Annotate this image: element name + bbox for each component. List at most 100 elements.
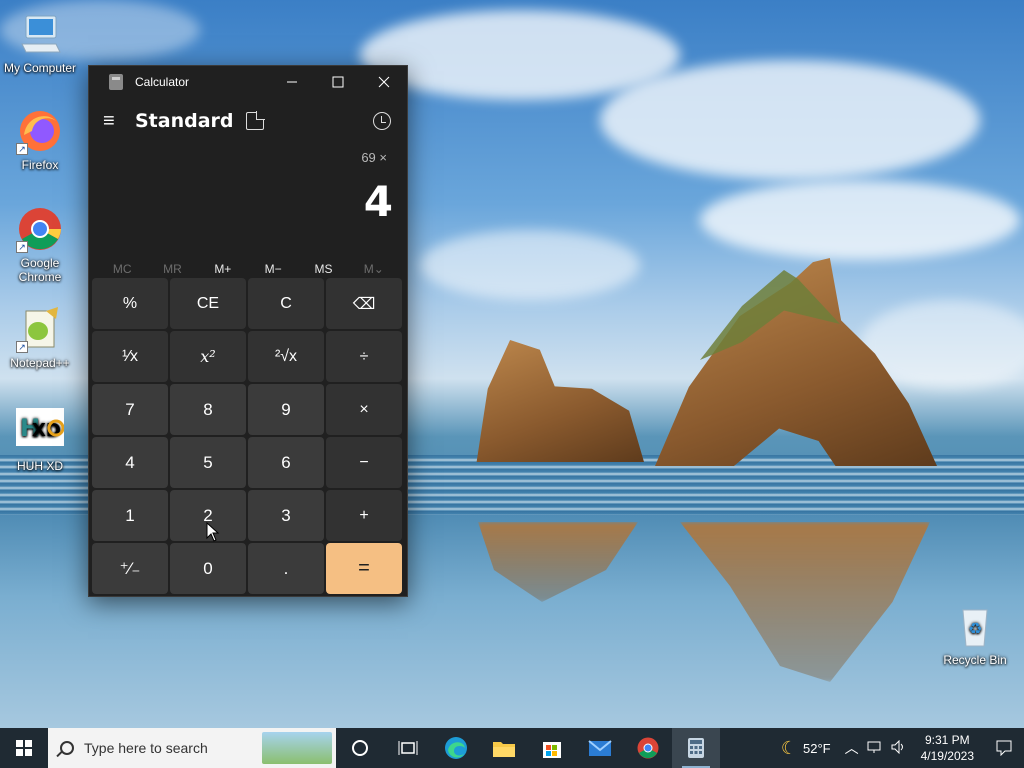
chrome-icon: ↗ [16,205,64,253]
desktop-icon-my-computer[interactable]: My Computer [0,10,80,75]
clear-button[interactable]: C [248,278,324,329]
desktop-icon-label: Notepad++ [10,356,70,370]
cloud [700,180,1020,260]
search-box[interactable]: Type here to search [48,728,336,768]
notification-center-icon[interactable] [984,728,1024,768]
desktop-icon-google-chrome[interactable]: ↗ Google Chrome [0,205,80,284]
digit-9-button[interactable]: 9 [248,384,324,435]
memory-recall-button[interactable]: MR [147,262,197,276]
clock[interactable]: 9:31 PM 4/19/2023 [911,732,984,764]
volume-icon[interactable] [887,739,911,757]
memory-add-button[interactable]: M+ [198,262,248,276]
digit-3-button[interactable]: 3 [248,490,324,541]
clock-date: 4/19/2023 [920,749,974,763]
square-button[interactable]: x² [170,331,246,382]
result-display: 4 [363,177,393,226]
digit-0-button[interactable]: 0 [170,543,246,594]
close-button[interactable] [361,66,407,98]
shortcut-arrow-icon: ↗ [16,241,28,253]
recycle-bin-icon: ♻ [951,602,999,650]
desktop-icon-label: HUH XD [16,459,63,473]
cortana-icon[interactable] [336,728,384,768]
multiply-button[interactable]: × [326,384,402,435]
calculator-window: Calculator ≡ Standard 69 × 4 MC MR M+ M−… [88,65,408,597]
mode-title: Standard [135,110,234,132]
cloud [600,60,980,180]
computer-icon [16,10,64,58]
title-bar[interactable]: Calculator [89,66,407,98]
clock-time: 9:31 PM [924,733,970,747]
desktop-icon-huh-xd[interactable]: H XD HUH XD [0,408,80,473]
memory-subtract-button[interactable]: M− [248,262,298,276]
desktop-icon-notepad-plus-plus[interactable]: ↗ Notepad++ [0,305,80,370]
search-placeholder: Type here to search [84,740,208,756]
hamburger-menu-icon[interactable]: ≡ [103,110,135,133]
clear-entry-button[interactable]: CE [170,278,246,329]
weather-widget[interactable]: ☾ 52°F [771,738,841,759]
calculator-app-icon [109,74,123,90]
plus-button[interactable]: + [326,490,402,541]
rock-left [476,340,644,462]
shortcut-arrow-icon: ↗ [16,143,28,155]
show-hidden-icons-chevron-icon[interactable]: ︿ [841,738,863,758]
desktop-icon-label: Google Chrome [18,256,62,284]
divide-button[interactable]: ÷ [326,331,402,382]
rock-reflection [478,522,638,602]
calculator-taskbar-icon[interactable] [672,728,720,768]
percent-button[interactable]: % [92,278,168,329]
window-title: Calculator [135,75,190,89]
decimal-button[interactable]: . [248,543,324,594]
chrome-taskbar-icon[interactable] [624,728,672,768]
negate-button[interactable]: ⁺⁄₋ [92,543,168,594]
desktop-icon-label: Firefox [21,158,59,172]
file-explorer-icon[interactable] [480,728,528,768]
desktop-icon-label: Recycle Bin [943,653,1007,667]
store-icon[interactable] [528,728,576,768]
reciprocal-button[interactable]: ¹⁄x [92,331,168,382]
huh-xd-icon: H XD [16,408,65,456]
digit-6-button[interactable]: 6 [248,437,324,488]
windows-logo-icon [16,740,32,756]
search-highlight-image [262,732,332,764]
shortcut-arrow-icon: ↗ [16,341,28,353]
start-button[interactable] [0,728,48,768]
square-root-button[interactable]: ²√x [248,331,324,382]
notepad-plus-plus-icon: ↗ [16,305,64,353]
desktop-icon-firefox[interactable]: ↗ Firefox [0,107,80,172]
maximize-button[interactable] [315,66,361,98]
desktop-icon-recycle-bin[interactable]: ♻ Recycle Bin [935,602,1015,667]
keep-on-top-icon[interactable] [245,111,265,130]
search-icon [60,741,74,755]
cloud [420,230,640,300]
expression-display: 69 × [361,150,387,165]
memory-clear-button[interactable]: MC [97,262,147,276]
equals-button[interactable]: = [326,543,402,594]
firefox-icon: ↗ [16,107,64,155]
digit-4-button[interactable]: 4 [92,437,168,488]
calculator-header: ≡ Standard [89,98,407,144]
desktop-icon-label: My Computer [3,61,77,75]
mail-icon[interactable] [576,728,624,768]
minus-button[interactable]: − [326,437,402,488]
digit-1-button[interactable]: 1 [92,490,168,541]
mouse-cursor-icon [206,522,220,542]
rock-reflection [680,522,930,682]
memory-store-button[interactable]: MS [298,262,348,276]
svg-text:♻: ♻ [968,619,982,638]
minimize-button[interactable] [269,66,315,98]
weather-temp: 52°F [803,740,831,756]
system-tray: ☾ 52°F ︿ 9:31 PM 4/19/2023 [771,728,1024,768]
network-icon[interactable] [863,740,887,757]
edge-icon[interactable] [432,728,480,768]
memory-list-button[interactable]: M⌄ [349,262,399,276]
taskbar: Type here to search ☾ 52°F ︿ 9:31 PM 4/1… [0,728,1024,768]
digit-8-button[interactable]: 8 [170,384,246,435]
backspace-button[interactable]: ⌫ [326,278,402,329]
svg-text:XD: XD [32,420,61,441]
keypad: % CE C ⌫ ¹⁄x x² ²√x ÷ 7 8 9 × 4 5 6 − 1 … [92,278,402,594]
digit-5-button[interactable]: 5 [170,437,246,488]
digit-7-button[interactable]: 7 [92,384,168,435]
history-icon[interactable] [373,112,391,130]
moon-icon: ☾ [780,737,797,758]
task-view-icon[interactable] [384,728,432,768]
